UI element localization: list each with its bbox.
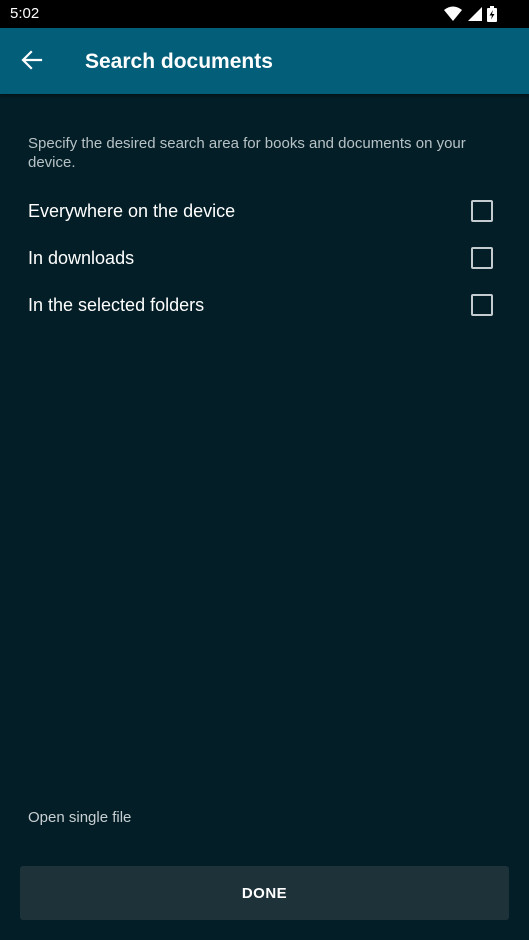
checkbox[interactable] bbox=[471, 247, 493, 269]
arrow-left-icon bbox=[21, 49, 43, 76]
checkbox[interactable] bbox=[471, 200, 493, 222]
status-time: 5:02 bbox=[10, 5, 40, 22]
done-button[interactable]: DONE bbox=[20, 866, 509, 920]
option-label: In downloads bbox=[28, 248, 135, 268]
back-button[interactable] bbox=[14, 44, 50, 80]
checkbox[interactable] bbox=[471, 294, 493, 316]
battery-charging-icon bbox=[487, 6, 497, 22]
description-text: Specify the desired search area for book… bbox=[28, 135, 466, 171]
wifi-icon bbox=[444, 6, 462, 22]
status-bar: 5:02 bbox=[0, 0, 529, 28]
status-icons bbox=[444, 6, 497, 22]
app-bar: Search documents bbox=[0, 28, 529, 94]
option-selected-folders[interactable]: In the selected folders bbox=[0, 283, 529, 327]
option-label: Everywhere on the device bbox=[28, 201, 236, 221]
page-title: Search documents bbox=[85, 50, 273, 73]
option-downloads[interactable]: In downloads bbox=[0, 236, 529, 280]
option-label: In the selected folders bbox=[28, 295, 205, 315]
option-everywhere[interactable]: Everywhere on the device bbox=[0, 189, 529, 233]
cell-signal-icon bbox=[467, 6, 482, 22]
open-single-file-link[interactable]: Open single file bbox=[28, 808, 131, 828]
